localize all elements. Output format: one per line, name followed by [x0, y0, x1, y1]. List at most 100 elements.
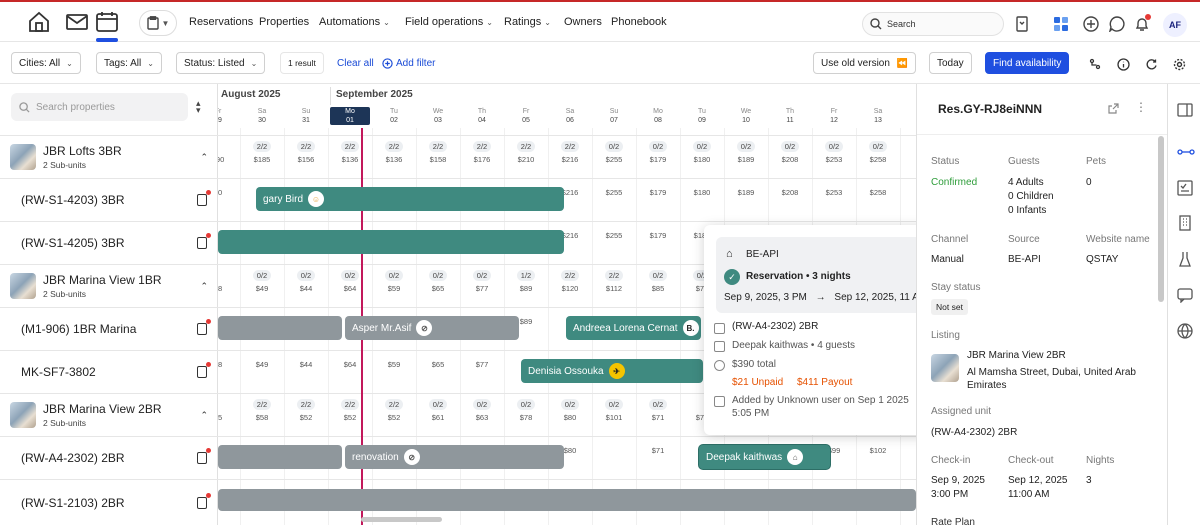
occupancy-cell[interactable]: 0/2	[636, 270, 680, 281]
nav-automations[interactable]: Automations ⌄	[319, 16, 390, 28]
message-icon[interactable]	[1177, 287, 1193, 304]
occupancy-cell[interactable]: 2/2	[284, 399, 328, 410]
occupancy-cell[interactable]: 0/2	[416, 399, 460, 410]
price-cell[interactable]: $180	[680, 155, 724, 164]
price-cell[interactable]: $120	[548, 284, 592, 293]
occupancy-cell[interactable]: 0/2	[460, 270, 504, 281]
price-cell[interactable]: $136	[372, 155, 416, 164]
occupancy-cell[interactable]: 0/2	[812, 141, 856, 152]
price-cell[interactable]: $208	[768, 155, 812, 164]
nav-properties[interactable]: Properties	[259, 16, 309, 28]
chevron-up-icon[interactable]: ⌃	[200, 152, 208, 163]
occupancy-cell[interactable]: 2/2	[416, 141, 460, 152]
add-filter-button[interactable]: Add filter	[382, 58, 435, 69]
bell-icon[interactable]	[1132, 14, 1152, 34]
price-cell[interactable]: 190	[218, 155, 240, 164]
property-search[interactable]	[11, 93, 188, 121]
global-search[interactable]	[862, 12, 1004, 36]
sort-icon[interactable]: ▴ ▾	[196, 99, 201, 115]
unit-row[interactable]: MK-SF7-3802	[0, 350, 218, 393]
occupancy-cell[interactable]: 2/2	[240, 141, 284, 152]
refresh-icon[interactable]	[1143, 56, 1159, 72]
route-icon[interactable]	[1177, 144, 1195, 160]
property-row[interactable]: JBR Marina View 1BR 2 Sub-units ⌃	[0, 264, 218, 307]
unit-price-cell[interactable]: $59	[372, 360, 416, 369]
panel-toggle-icon[interactable]	[1177, 102, 1193, 118]
gear-icon[interactable]	[1171, 56, 1187, 72]
price-cell[interactable]: $52	[372, 413, 416, 422]
nav-owners[interactable]: Owners	[564, 16, 602, 28]
occupancy-cell[interactable]: 0/2	[592, 399, 636, 410]
property-search-input[interactable]	[36, 101, 186, 113]
price-cell[interactable]: $49	[240, 284, 284, 293]
price-cell[interactable]: $71	[636, 413, 680, 422]
price-cell[interactable]: $176	[460, 155, 504, 164]
open-external-icon[interactable]	[1107, 102, 1121, 116]
unit-price-cell[interactable]: $77	[460, 360, 504, 369]
price-cell[interactable]: $185	[240, 155, 284, 164]
occupancy-cell[interactable]: 2/2	[240, 399, 284, 410]
price-cell[interactable]: $52	[328, 413, 372, 422]
price-cell[interactable]: $77	[460, 284, 504, 293]
price-cell[interactable]: $156	[284, 155, 328, 164]
checklist-icon[interactable]	[1177, 180, 1193, 196]
globe-icon[interactable]	[1177, 323, 1193, 339]
price-cell[interactable]: $78	[504, 413, 548, 422]
unit-price-cell[interactable]: $255	[592, 188, 636, 197]
price-cell[interactable]: $258	[856, 155, 900, 164]
property-row[interactable]: JBR Marina View 2BR 2 Sub-units ⌃	[0, 393, 218, 436]
booking-bar[interactable]: renovation ⊘	[345, 445, 564, 469]
occupancy-cell[interactable]: 1/2	[504, 270, 548, 281]
unit-row[interactable]: (RW-S1-2103) 2BR	[0, 479, 218, 525]
workspace-switcher[interactable]: ▼	[139, 10, 177, 36]
price-cell[interactable]: $80	[548, 413, 592, 422]
occupancy-cell[interactable]: 2/2	[328, 141, 372, 152]
price-cell[interactable]: $89	[504, 284, 548, 293]
price-cell[interactable]: $112	[592, 284, 636, 293]
tags-filter[interactable]: Tags: All ⌄	[96, 52, 162, 74]
price-cell[interactable]: $210	[504, 155, 548, 164]
occupancy-cell[interactable]: 2/2	[328, 399, 372, 410]
price-cell[interactable]: $44	[284, 284, 328, 293]
booking-bar[interactable]: Asper Mr.Asif ⊘	[345, 316, 519, 340]
chevron-up-icon[interactable]: ⌃	[200, 410, 208, 421]
nav-phonebook[interactable]: Phonebook	[611, 16, 667, 28]
price-cell[interactable]: $158	[416, 155, 460, 164]
booking-bar[interactable]	[218, 445, 342, 469]
occupancy-cell[interactable]: 0/2	[680, 141, 724, 152]
price-cell[interactable]: $64	[328, 284, 372, 293]
occupancy-cell[interactable]: 0/2	[460, 399, 504, 410]
occupancy-cell[interactable]: 0/2	[416, 270, 460, 281]
grid-icon[interactable]	[1051, 14, 1071, 34]
occupancy-cell[interactable]: 2/2	[548, 270, 592, 281]
booking-bar[interactable]	[218, 489, 916, 511]
info-icon[interactable]	[1115, 56, 1131, 72]
occupancy-cell[interactable]: 0/2	[636, 141, 680, 152]
occupancy-cell[interactable]: 2/2	[284, 141, 328, 152]
listing-name[interactable]: JBR Marina View 2BR	[967, 349, 1066, 363]
unit-price-cell[interactable]: $258	[856, 188, 900, 197]
occupancy-cell[interactable]: 0/2	[636, 399, 680, 410]
price-cell[interactable]: $63	[460, 413, 504, 422]
price-cell[interactable]: 48	[218, 284, 240, 293]
occupancy-cell[interactable]: 2/2	[372, 141, 416, 152]
unit-price-cell[interactable]: 90	[218, 188, 240, 197]
price-cell[interactable]: $179	[636, 155, 680, 164]
status-filter[interactable]: Status: Listed ⌄	[176, 52, 266, 74]
occupancy-cell[interactable]: 0/2	[724, 141, 768, 152]
unit-row[interactable]: (RW-A4-2302) 2BR	[0, 436, 218, 479]
bookmark-icon[interactable]	[1012, 14, 1032, 34]
unit-price-cell[interactable]: $65	[416, 360, 460, 369]
price-cell[interactable]: $85	[636, 284, 680, 293]
clear-all-link[interactable]: Clear all	[337, 58, 374, 69]
booking-bar[interactable]: Denisia Ossouka ✈	[521, 359, 703, 383]
unit-price-cell[interactable]: $180	[680, 188, 724, 197]
occupancy-cell[interactable]: 0/2	[504, 399, 548, 410]
nav-field-operations[interactable]: Field operations ⌄	[405, 16, 493, 28]
unit-price-cell[interactable]: $255	[592, 231, 636, 240]
price-cell[interactable]: $58	[240, 413, 284, 422]
avatar[interactable]: AF	[1163, 13, 1187, 37]
price-cell[interactable]: $136	[328, 155, 372, 164]
occupancy-cell[interactable]: 0/2	[372, 270, 416, 281]
find-availability-button[interactable]: Find availability	[985, 52, 1070, 74]
